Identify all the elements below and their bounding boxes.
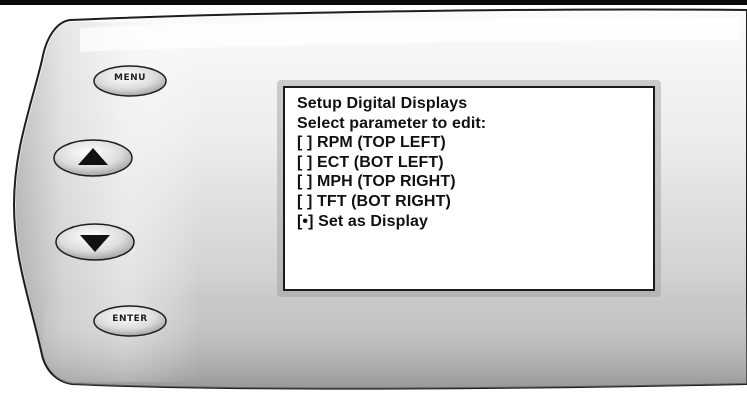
checkbox-marker: [ ] bbox=[297, 153, 313, 171]
option-label: RPM (TOP LEFT) bbox=[316, 134, 446, 152]
option-label: TFT (BOT RIGHT) bbox=[316, 192, 451, 210]
lcd-screen: Setup Digital Displays Select parameter … bbox=[283, 86, 655, 291]
option-set-as-display[interactable]: [•] Set as Display bbox=[297, 212, 653, 232]
up-button[interactable] bbox=[52, 138, 134, 178]
menu-button[interactable]: MENU bbox=[92, 64, 168, 98]
enter-button-label: ENTER bbox=[112, 314, 148, 324]
down-button[interactable] bbox=[54, 222, 136, 262]
device-illustration: MENU ENTER Setup Digital Displays Select… bbox=[0, 0, 747, 399]
option-tft[interactable]: [ ] TFT (BOT RIGHT) bbox=[297, 192, 653, 212]
option-label: ECT (BOT LEFT) bbox=[316, 153, 444, 171]
menu-button-label: MENU bbox=[114, 73, 146, 83]
option-label: MPH (TOP RIGHT) bbox=[316, 173, 456, 191]
checkbox-marker: [ ] bbox=[297, 192, 313, 210]
checkbox-marker-selected: [•] bbox=[297, 212, 314, 230]
option-ect[interactable]: [ ] ECT (BOT LEFT) bbox=[297, 153, 653, 173]
option-label: Set as Display bbox=[318, 212, 429, 230]
checkbox-marker: [ ] bbox=[297, 173, 313, 191]
option-rpm[interactable]: [ ] RPM (TOP LEFT) bbox=[297, 133, 653, 153]
checkbox-marker: [ ] bbox=[297, 134, 313, 152]
option-mph[interactable]: [ ] MPH (TOP RIGHT) bbox=[297, 172, 653, 192]
screen-title: Setup Digital Displays bbox=[297, 95, 468, 112]
enter-button[interactable]: ENTER bbox=[92, 304, 168, 338]
screen-subtitle: Select parameter to edit: bbox=[297, 114, 487, 132]
